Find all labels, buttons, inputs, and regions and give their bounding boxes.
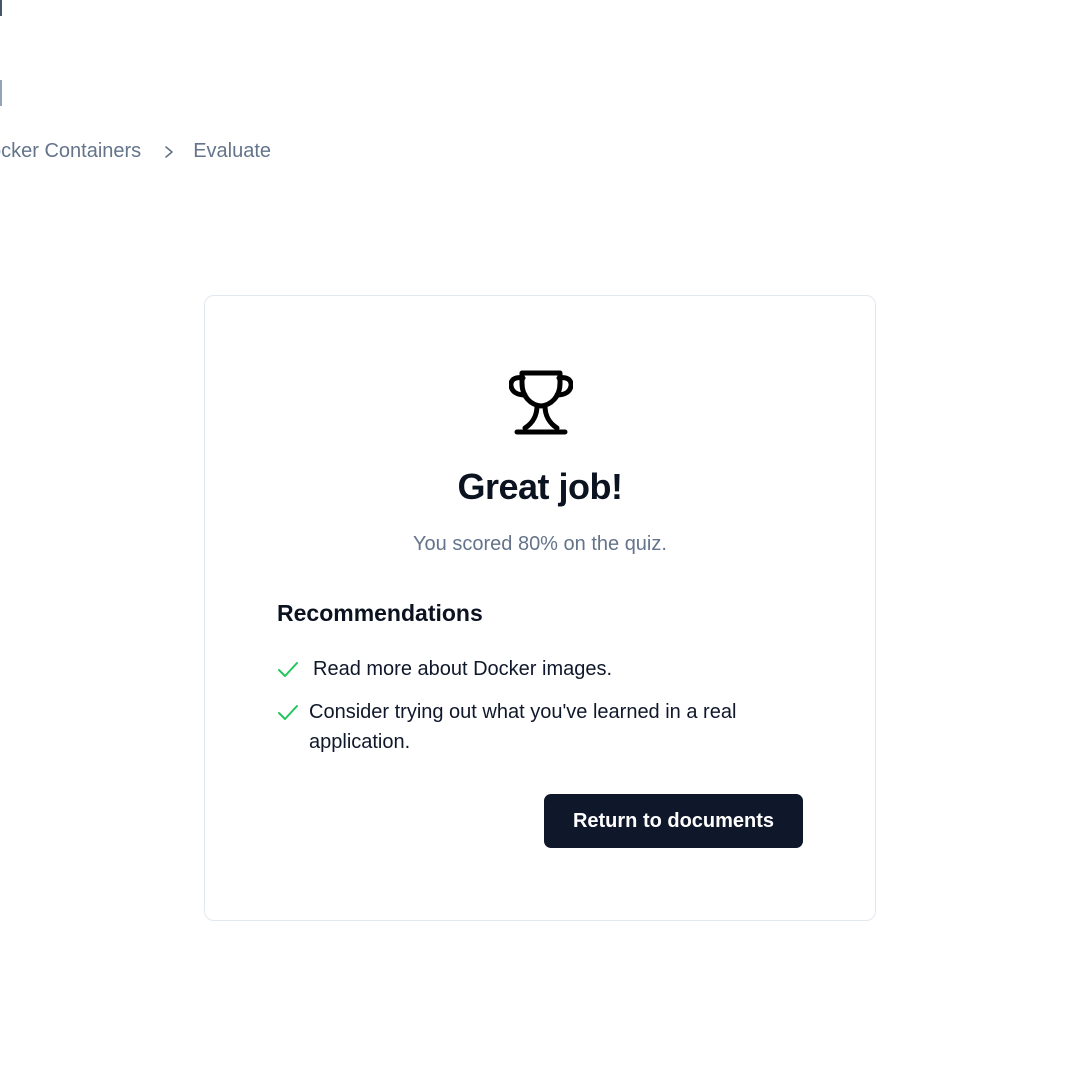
- chevron-right-icon: [163, 145, 175, 159]
- recommendations-heading: Recommendations: [277, 600, 483, 626]
- recommendation-text: Consider trying out what you've learned …: [309, 701, 737, 753]
- breadcrumb-item-evaluate[interactable]: Evaluate: [193, 140, 271, 163]
- breadcrumb: ocker Containers Evaluate: [0, 140, 271, 163]
- trophy-icon: [508, 369, 574, 437]
- list-item: Consider trying out what you've learned …: [277, 697, 817, 757]
- recommendations-list: Read more about Docker images. Consider …: [277, 654, 817, 770]
- return-to-documents-button[interactable]: Return to documents: [544, 794, 803, 848]
- score-text: You scored 80% on the quiz.: [413, 533, 667, 555]
- breadcrumb-item-docker-containers[interactable]: ocker Containers: [0, 140, 141, 163]
- window-edge-fragment: [0, 0, 2, 16]
- check-icon: [277, 658, 299, 677]
- window-edge-fragment: [0, 80, 3, 106]
- recommendation-text: Read more about Docker images.: [313, 658, 613, 680]
- quiz-result-page: ocker Containers Evaluate Great job! You…: [0, 0, 1080, 1080]
- check-icon: [277, 701, 299, 720]
- list-item: Read more about Docker images.: [277, 654, 817, 684]
- result-title: Great job!: [457, 466, 623, 507]
- result-card: Great job! You scored 80% on the quiz. R…: [204, 295, 876, 921]
